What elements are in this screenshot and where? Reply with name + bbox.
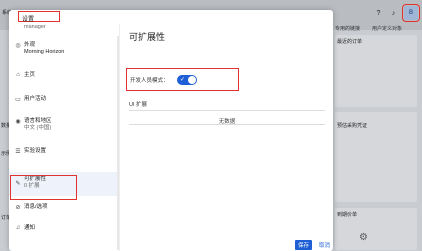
ui-extensions-table: 无数据 — [129, 110, 325, 125]
nav-item-appearance[interactable]: ◎ 外观 Morning Horizon — [9, 42, 117, 60]
nav-item-label: manager — [24, 24, 46, 30]
appearance-icon: ◎ — [15, 43, 21, 49]
nav-item-sub: Morning Horizon — [24, 49, 65, 55]
nav-item-label: 用户活动 — [24, 96, 47, 102]
dev-mode-toggle[interactable]: ✓ — [177, 75, 197, 85]
nav-item-user[interactable]: manager — [9, 24, 117, 34]
bg-card-recent-orders: 最近的订单 — [335, 35, 417, 107]
nav-active-highlight — [10, 175, 77, 200]
nav-item-options[interactable]: ⊘ 消息/选项 — [9, 204, 117, 214]
save-button[interactable]: 保存 — [294, 240, 312, 250]
nav-item-label: 语言和地区 — [24, 118, 52, 124]
tab-user-objects[interactable]: 用户定义对象 — [372, 25, 402, 32]
settings-dialog: 设置 manager ◎ 外观 Morning Horizon ⌂ 主页 ▭ 用… — [9, 10, 333, 251]
settings-nav: manager ◎ 外观 Morning Horizon ⌂ 主页 ▭ 用户活动… — [9, 24, 120, 251]
ui-extensions-title: UI 扩展 — [129, 102, 148, 108]
nav-item-notifications[interactable]: ♫ 通知 — [9, 225, 117, 235]
nav-item-language[interactable]: ◉ 语言和地区 中文 (中国) — [9, 118, 117, 136]
options-icon: ⊘ — [15, 205, 21, 211]
help-icon[interactable]: ? — [374, 9, 383, 18]
home-icon: ⌂ — [16, 72, 20, 78]
bg-card-title: 到期价单 — [337, 212, 358, 218]
dev-mode-label: 开发人员模式： — [130, 78, 169, 84]
nav-item-label: 外观 — [24, 42, 36, 48]
nav-item-label: 实验设置 — [24, 148, 47, 154]
globe-icon: ◉ — [15, 119, 21, 125]
dialog-title: 设置 — [22, 17, 35, 23]
nav-item-label: 消息/选项 — [24, 204, 48, 210]
gear-icon: ⚙ — [359, 232, 368, 243]
nav-item-home[interactable]: ⌂ 主页 — [9, 72, 117, 82]
bg-card-estimates: 预估采购凭证 — [335, 112, 417, 202]
nav-item-label: 主页 — [24, 72, 36, 78]
check-icon: ✓ — [180, 77, 186, 83]
page-title: 可扩展性 — [129, 32, 166, 42]
header-actions: ? ♪ B — [374, 4, 420, 22]
nav-scrollbar[interactable] — [117, 36, 119, 250]
bell-icon[interactable]: ♪ — [389, 9, 398, 18]
settings-content: 可扩展性 开发人员模式： ✓ UI 扩展 无数据 保存 取消 — [121, 24, 333, 251]
nav-item-label: 通知 — [24, 225, 36, 231]
dev-mode-highlight: 开发人员模式： ✓ — [126, 68, 239, 91]
cancel-button[interactable]: 取消 — [316, 240, 333, 250]
avatar[interactable]: B — [402, 4, 420, 22]
toggle-knob — [188, 76, 196, 84]
nav-item-activity[interactable]: ▭ 用户活动 — [9, 96, 117, 106]
empty-state: 无数据 — [129, 111, 325, 125]
bg-card-title: 预估采购凭证 — [337, 123, 368, 129]
bg-card-price: 到期价单 ⚙ — [335, 208, 417, 250]
bg-card-title: 最近的订单 — [337, 39, 363, 45]
nav-item-sub: 中文 (中国) — [24, 125, 52, 131]
nav-item-lab[interactable]: ☰ 实验设置 — [9, 148, 117, 158]
activity-icon: ▭ — [15, 97, 21, 103]
dialog-title-highlight: 设置 — [18, 11, 60, 23]
tab-links[interactable]: 专用的链接 — [335, 25, 360, 32]
lab-icon: ☰ — [15, 149, 21, 155]
notification-icon: ♫ — [15, 225, 21, 231]
dialog-footer: 保存 取消 — [294, 240, 333, 250]
